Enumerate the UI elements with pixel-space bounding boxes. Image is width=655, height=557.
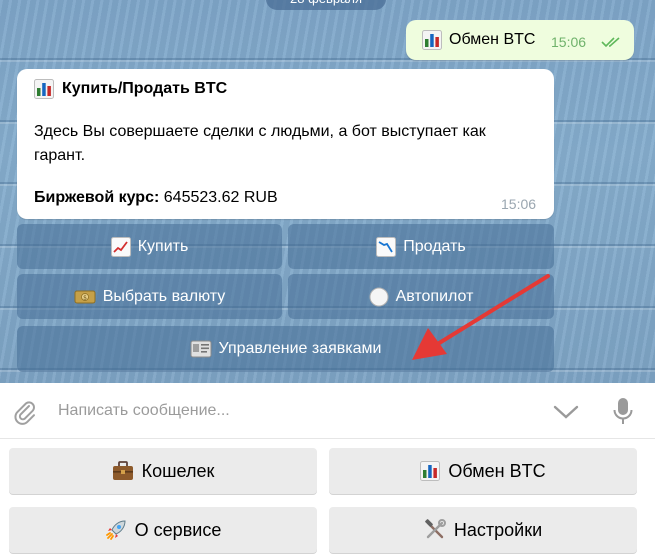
message-input-bar <box>0 383 655 439</box>
microphone-icon[interactable] <box>613 397 633 430</box>
annotation-arrow-shaft <box>434 274 550 347</box>
bar-chart-icon <box>420 461 441 481</box>
exchange-btc-button[interactable]: Обмен BTC <box>329 448 637 494</box>
about-service-button[interactable]: О сервисе <box>9 507 317 553</box>
wallet-button[interactable]: Кошелек <box>9 448 317 494</box>
briefcase-icon <box>112 461 134 481</box>
wallet-button-label: Кошелек <box>141 460 215 481</box>
message-input[interactable] <box>58 398 528 424</box>
exchange-btc-button-label: Обмен BTC <box>448 460 546 481</box>
annotation-arrow-head <box>412 328 447 360</box>
paperclip-icon[interactable] <box>12 399 38 430</box>
chat-area: 28 февраля Обмен BTC 15:06 <box>0 0 655 383</box>
hammer-and-wrench-icon <box>424 519 446 541</box>
chevron-down-icon[interactable] <box>553 404 579 425</box>
reply-keyboard: Кошелек Обмен BTC О сервисе Настройки <box>0 439 655 557</box>
settings-button[interactable]: Настройки <box>329 507 637 553</box>
annotation-arrow <box>412 274 550 360</box>
about-service-button-label: О сервисе <box>134 519 222 540</box>
settings-button-label: Настройки <box>453 519 543 540</box>
rocket-icon <box>105 519 127 541</box>
